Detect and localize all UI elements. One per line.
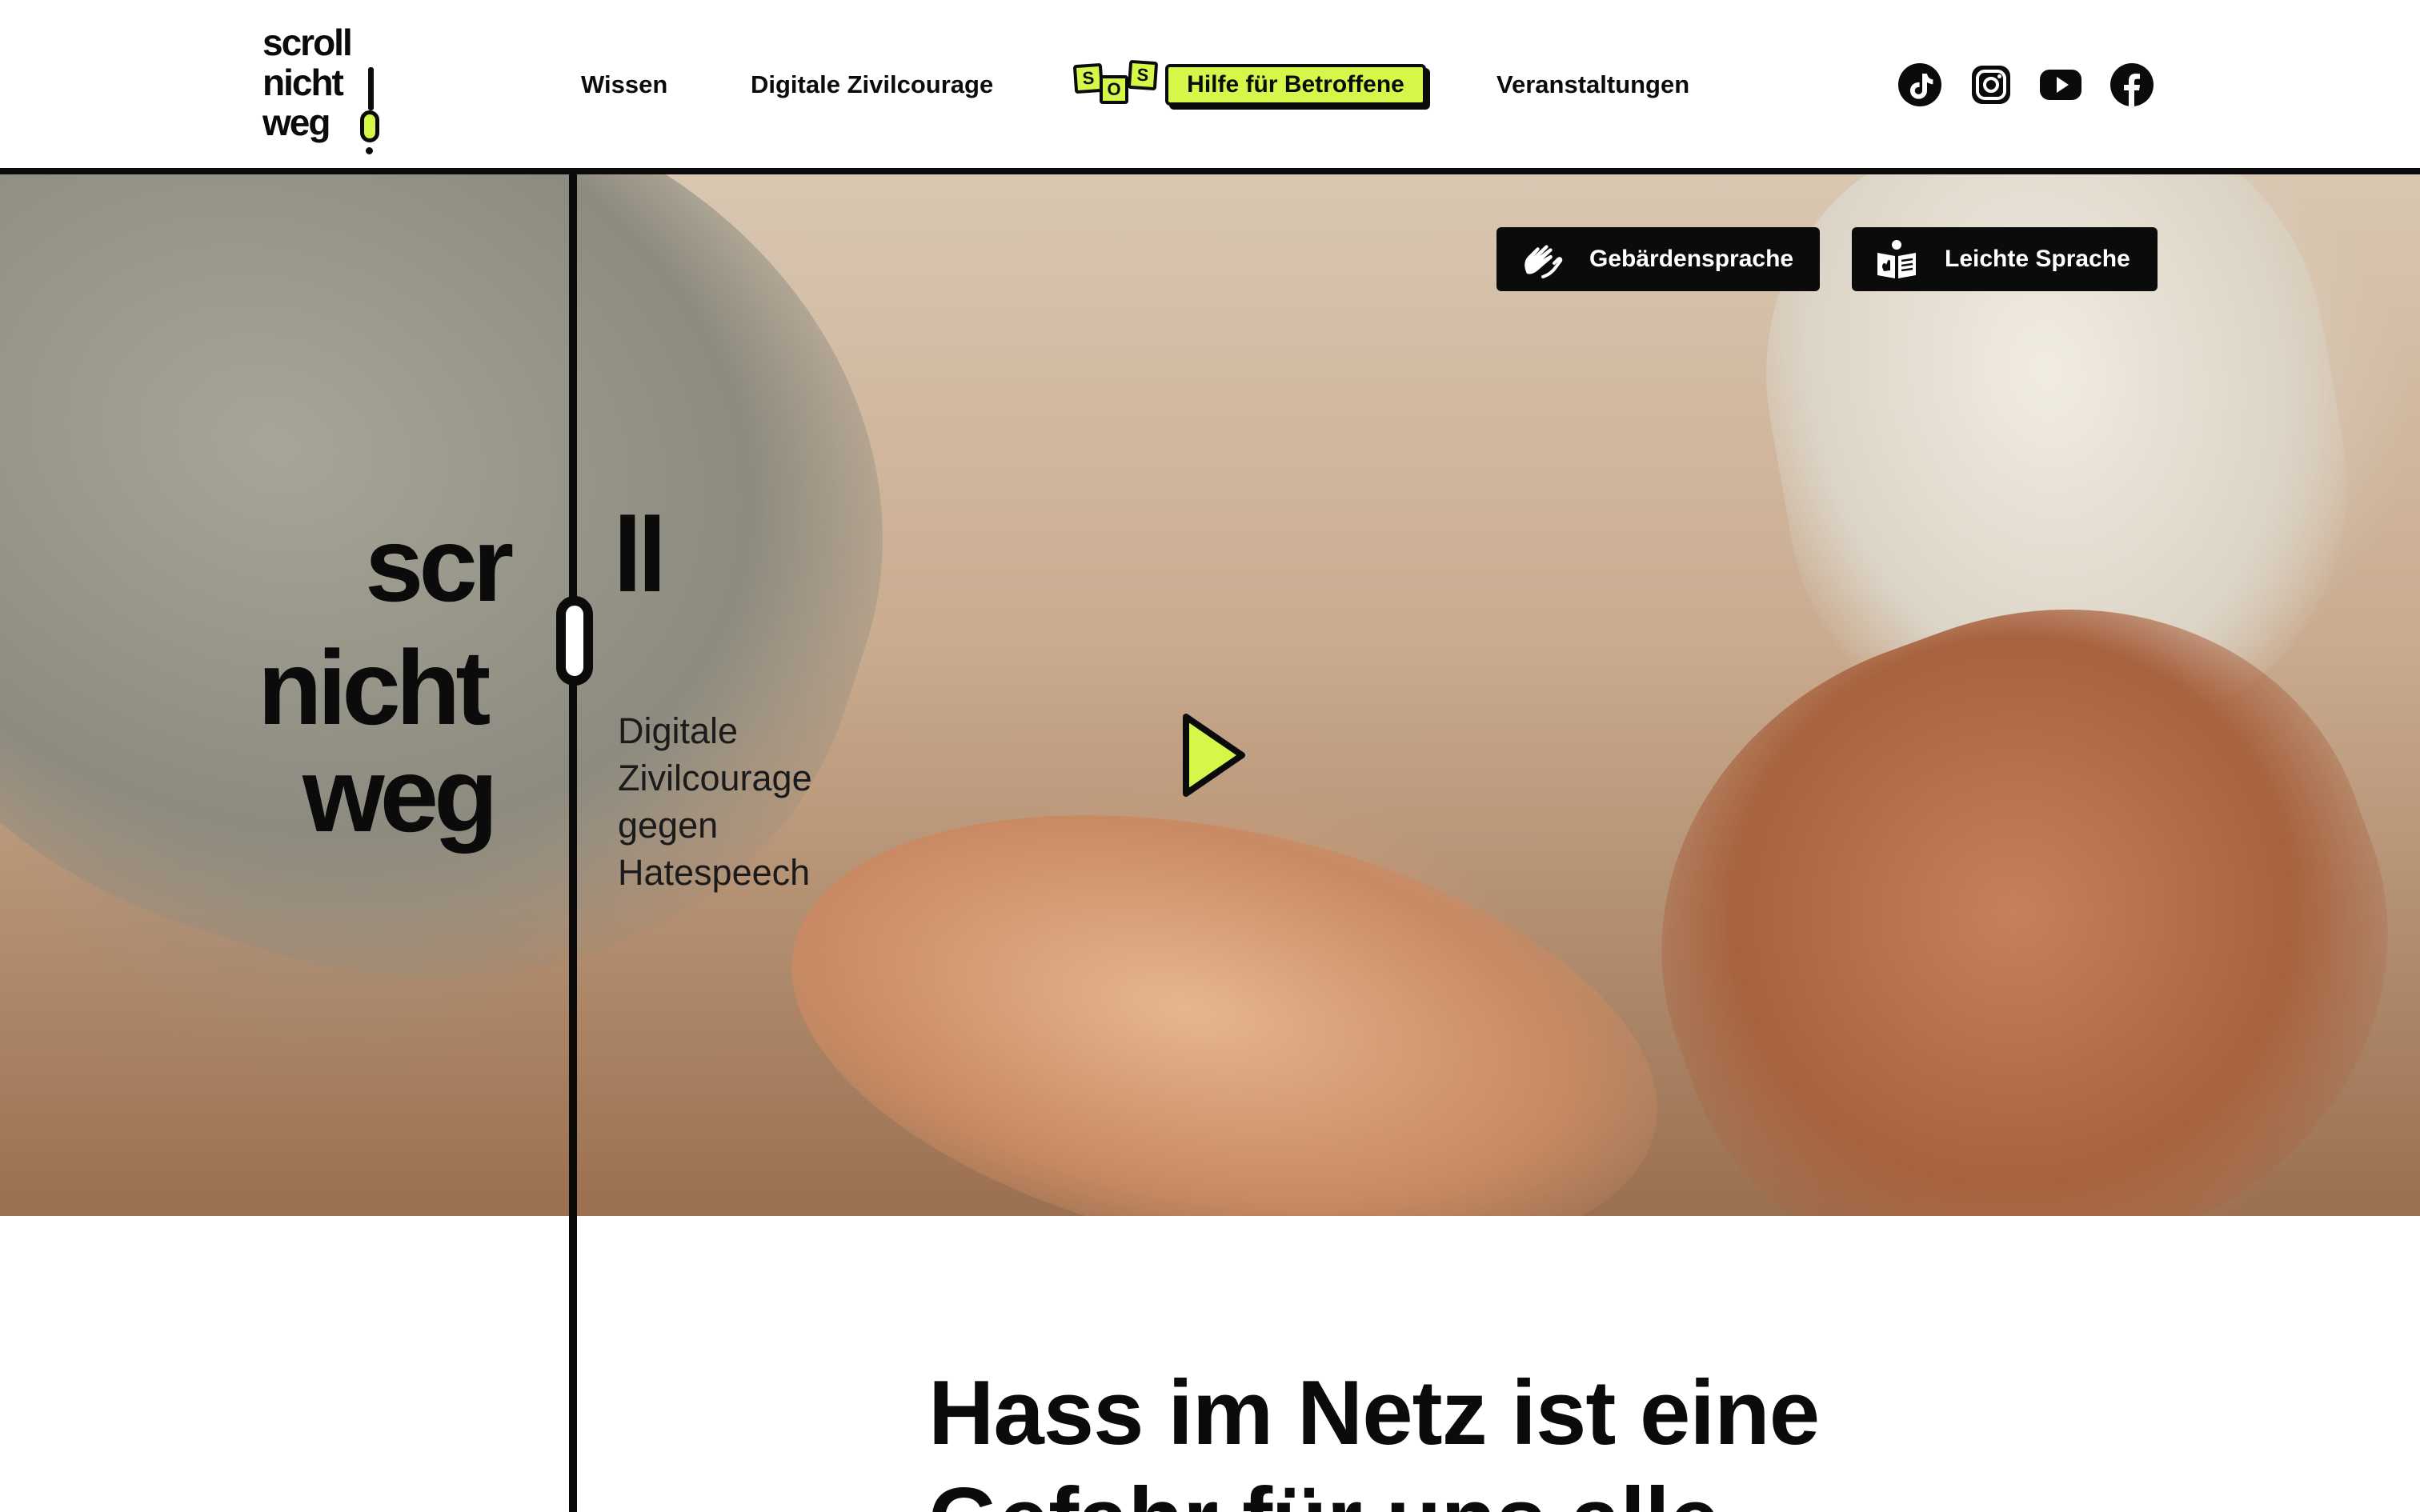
hero-logo-weg: weg bbox=[302, 736, 499, 854]
logo-line-weg: weg bbox=[262, 102, 331, 143]
vertical-divider-line bbox=[569, 174, 577, 1512]
hero-tagline: Digitale Zivilcourage gegen Hatespeech bbox=[618, 707, 874, 896]
logo-line-nicht: nicht bbox=[262, 62, 344, 103]
tagline-line: Zivilcourage bbox=[618, 758, 812, 798]
hero-logo-scr: scr bbox=[365, 506, 514, 623]
logo-bar bbox=[368, 67, 374, 110]
logo-dot bbox=[366, 147, 373, 154]
site-logo[interactable]: scroll nicht weg bbox=[262, 21, 383, 154]
tagline-line: Hatespeech bbox=[618, 852, 811, 893]
tiktok-icon[interactable] bbox=[1898, 63, 1941, 106]
instagram-icon[interactable] bbox=[1969, 63, 2013, 106]
logo-line-scroll: scroll bbox=[262, 22, 353, 63]
site-header: scroll nicht weg Wissen Digitale Zivilco… bbox=[0, 0, 2420, 170]
headline-line: Hass im Netz ist eine bbox=[928, 1362, 1820, 1464]
hero-logo-nicht: nicht bbox=[258, 629, 491, 746]
easy-language-button[interactable]: Leichte Sprache bbox=[1852, 227, 2158, 291]
play-icon[interactable] bbox=[1176, 710, 1248, 800]
page-headline: Hass im Netz ist eine Gefahr für uns all… bbox=[928, 1360, 1969, 1512]
header-divider bbox=[0, 168, 2420, 174]
sign-language-button[interactable]: Gebärdensprache bbox=[1496, 227, 1820, 291]
nav-wissen[interactable]: Wissen bbox=[581, 67, 667, 102]
easy-language-icon bbox=[1874, 238, 1919, 280]
headline-line: Gefahr für uns alle bbox=[928, 1467, 1969, 1512]
nav-digitale-zivilcourage[interactable]: Digitale Zivilcourage bbox=[751, 67, 993, 102]
facebook-icon[interactable] bbox=[2110, 63, 2154, 106]
tagline-line: Digitale bbox=[618, 710, 739, 751]
sos-tile-s2: S bbox=[1127, 59, 1159, 91]
nav-veranstaltungen[interactable]: Veranstaltungen bbox=[1496, 67, 1689, 102]
youtube-icon[interactable] bbox=[2039, 63, 2082, 106]
help-for-victims-button[interactable]: S O S Hilfe für Betroffene bbox=[1071, 58, 1431, 110]
easy-language-label: Leichte Sprache bbox=[1945, 246, 2130, 272]
hero-logo-o-pill bbox=[556, 596, 593, 686]
hero-image-left-hand bbox=[750, 743, 1699, 1216]
logo-pill bbox=[360, 110, 379, 142]
hero-logo-ll: ll bbox=[613, 496, 667, 614]
sos-tile-o: O bbox=[1100, 75, 1128, 104]
sign-language-icon bbox=[1519, 238, 1564, 280]
help-for-victims-label: Hilfe für Betroffene bbox=[1165, 64, 1426, 106]
sign-language-label: Gebärdensprache bbox=[1589, 246, 1794, 272]
tagline-line: gegen bbox=[618, 805, 719, 846]
